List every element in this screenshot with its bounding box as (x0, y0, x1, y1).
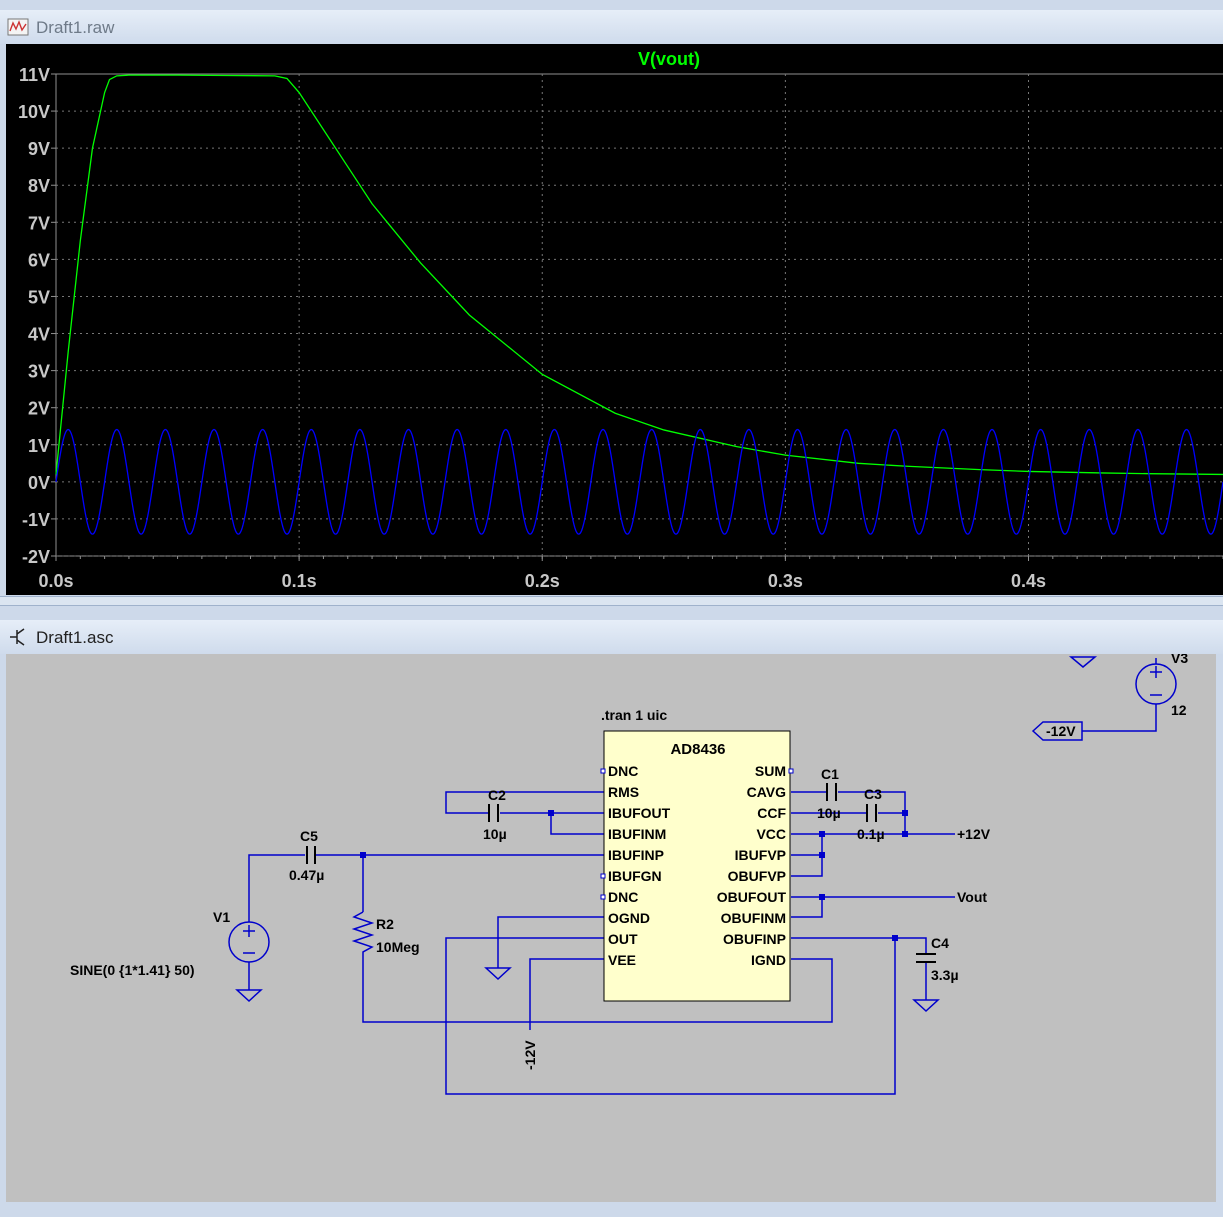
waveform-window-title: Draft1.raw (36, 18, 115, 37)
net-vout[interactable]: Vout (957, 889, 987, 905)
y-tick-label: 0V (28, 473, 50, 493)
ic-name: AD8436 (670, 741, 725, 758)
c2-name[interactable]: C2 (488, 787, 506, 803)
schematic-titlebar[interactable]: Draft1.asc (0, 620, 1223, 654)
y-tick-label: 9V (28, 139, 50, 159)
y-axis-ticks: 11V 10V 9V 8V 7V 6V 5V 4V 3V 2V 1V 0V -1V -2V (18, 65, 56, 567)
net-minus12-flag: -12V (1046, 723, 1076, 739)
schematic-canvas[interactable]: AD8436 DNC RMS IBUFOUT IBUFINM IBUFINP IBUFGN… (6, 654, 1216, 1202)
schematic-window-icon (10, 628, 25, 646)
c5-value[interactable]: 0.47µ (289, 867, 324, 883)
x-tick-label: 0.3s (768, 571, 803, 591)
waveform-window-icon (7, 18, 29, 36)
y-tick-label: 1V (28, 436, 50, 456)
x-tick-label: 0.1s (282, 571, 317, 591)
ic-pin-label: DNC (608, 889, 638, 905)
ground-symbol-top (1068, 656, 1098, 668)
net-minus12-vee[interactable]: -12V (522, 1040, 538, 1070)
y-tick-label: 7V (28, 213, 50, 233)
plot-traces (55, 74, 1223, 535)
bottom-bar (0, 1203, 1223, 1217)
v1-value[interactable]: SINE(0 {1*1.41} 50) (70, 962, 195, 978)
y-tick-label: 10V (18, 102, 50, 122)
ic-pin-label: SUM (755, 763, 786, 779)
v3-name[interactable]: V3 (1171, 654, 1188, 666)
c3-name[interactable]: C3 (864, 786, 882, 802)
ic-pin-label: OBUFOUT (717, 889, 787, 905)
c4-value[interactable]: 3.3µ (931, 967, 959, 983)
c1-name[interactable]: C1 (821, 766, 839, 782)
c1-value[interactable]: 10µ (817, 805, 841, 821)
x-tick-label: 0.0s (38, 571, 73, 591)
ic-pin-label: OBUFINM (721, 910, 786, 926)
v1-source-symbol[interactable] (228, 921, 270, 990)
ic-pin-label: OUT (608, 931, 638, 947)
ic-pin-label: CAVG (747, 784, 787, 800)
r2-value[interactable]: 10Meg (376, 939, 420, 955)
y-tick-label: -2V (22, 547, 50, 567)
r2-name[interactable]: R2 (376, 916, 394, 932)
ic-pin-label: IBUFINP (608, 847, 664, 863)
schematic-window-title: Draft1.asc (36, 628, 114, 647)
ic-pin-label: CCF (757, 805, 786, 821)
net-plus12[interactable]: +12V (957, 826, 991, 842)
ic-pin-label: OBUFINP (723, 931, 786, 947)
waveform-plot[interactable]: 11V 10V 9V 8V 7V 6V 5V 4V 3V 2V 1V 0V -1V -2V 0.0s 0.1… (6, 44, 1223, 595)
y-tick-label: 6V (28, 250, 50, 270)
y-tick-label: 4V (28, 325, 50, 345)
ic-pin-label: DNC (608, 763, 638, 779)
y-tick-label: -1V (22, 510, 50, 530)
window-separator (0, 596, 1223, 606)
minus12-net-flag[interactable]: -12V (1031, 721, 1083, 741)
ground-symbol-v1 (235, 989, 263, 1003)
trace-label[interactable]: V(vout) (638, 49, 700, 69)
ic-pin-label: RMS (608, 784, 639, 800)
v3-value[interactable]: 12 (1171, 702, 1187, 718)
x-tick-label: 0.2s (525, 571, 560, 591)
c5-name[interactable]: C5 (300, 828, 318, 844)
ic-pin-label: IBUFINM (608, 826, 666, 842)
vout-trace[interactable] (55, 74, 1223, 476)
v3-source-symbol[interactable] (1135, 663, 1177, 705)
waveform-titlebar[interactable]: Draft1.raw (0, 10, 1223, 44)
ground-symbol-c4 (912, 999, 940, 1013)
ic-pin-label: IGND (751, 952, 786, 968)
ic-pin-label: VEE (608, 952, 636, 968)
y-tick-label: 2V (28, 399, 50, 419)
ic-pin-label: IBUFGN (608, 868, 662, 884)
y-tick-label: 3V (28, 362, 50, 382)
sim-directive[interactable]: .tran 1 uic (601, 707, 667, 723)
c4-name[interactable]: C4 (931, 935, 949, 951)
ic-pin-label: IBUFVP (735, 847, 786, 863)
y-tick-label: 8V (28, 176, 50, 196)
c2-value[interactable]: 10µ (483, 826, 507, 842)
v1-name[interactable]: V1 (213, 909, 230, 925)
y-tick-label: 11V (19, 65, 50, 85)
c3-value[interactable]: 0.1µ (857, 826, 885, 842)
ic-pin-label: OGND (608, 910, 650, 926)
x-tick-label: 0.4s (1011, 571, 1046, 591)
ground-symbol-ognd (484, 967, 512, 981)
y-tick-label: 5V (28, 287, 50, 307)
ic-pin-label: IBUFOUT (608, 805, 671, 821)
x-axis-ticks: 0.0s 0.1s 0.2s 0.3s 0.4s (38, 556, 1223, 591)
ic-pin-label: VCC (756, 826, 786, 842)
ic-pin-label: OBUFVP (728, 868, 786, 884)
